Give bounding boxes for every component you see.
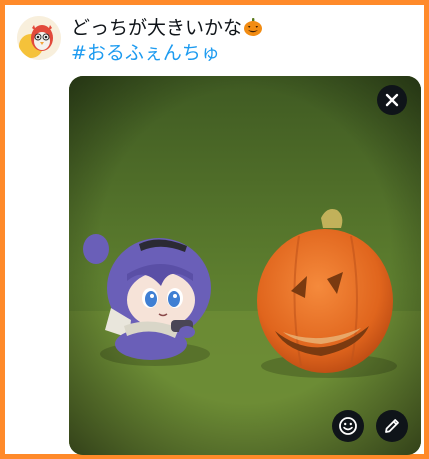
post-text-area[interactable]: どっちが大きいかな #おるふぇんちゅ [71,16,263,66]
remove-photo-button[interactable] [377,85,407,115]
avatar-image [17,16,61,60]
post-text-line: どっちが大きいかな [71,16,263,41]
smiley-icon [339,417,357,435]
edit-photo-button[interactable] [376,410,408,442]
pencil-icon [385,419,399,433]
jack-o-lantern-emoji-icon [244,18,263,36]
add-sticker-button[interactable] [332,410,364,442]
post-text: どっちが大きいかな [71,17,243,39]
avatar[interactable] [17,16,61,60]
compose-frame: どっちが大きいかな #おるふぇんちゅ [0,0,429,459]
photo-scene [69,76,421,455]
close-icon [385,93,399,107]
hashtag-link[interactable]: #おるふぇんちゅ [71,41,263,66]
attached-photo [69,76,421,455]
